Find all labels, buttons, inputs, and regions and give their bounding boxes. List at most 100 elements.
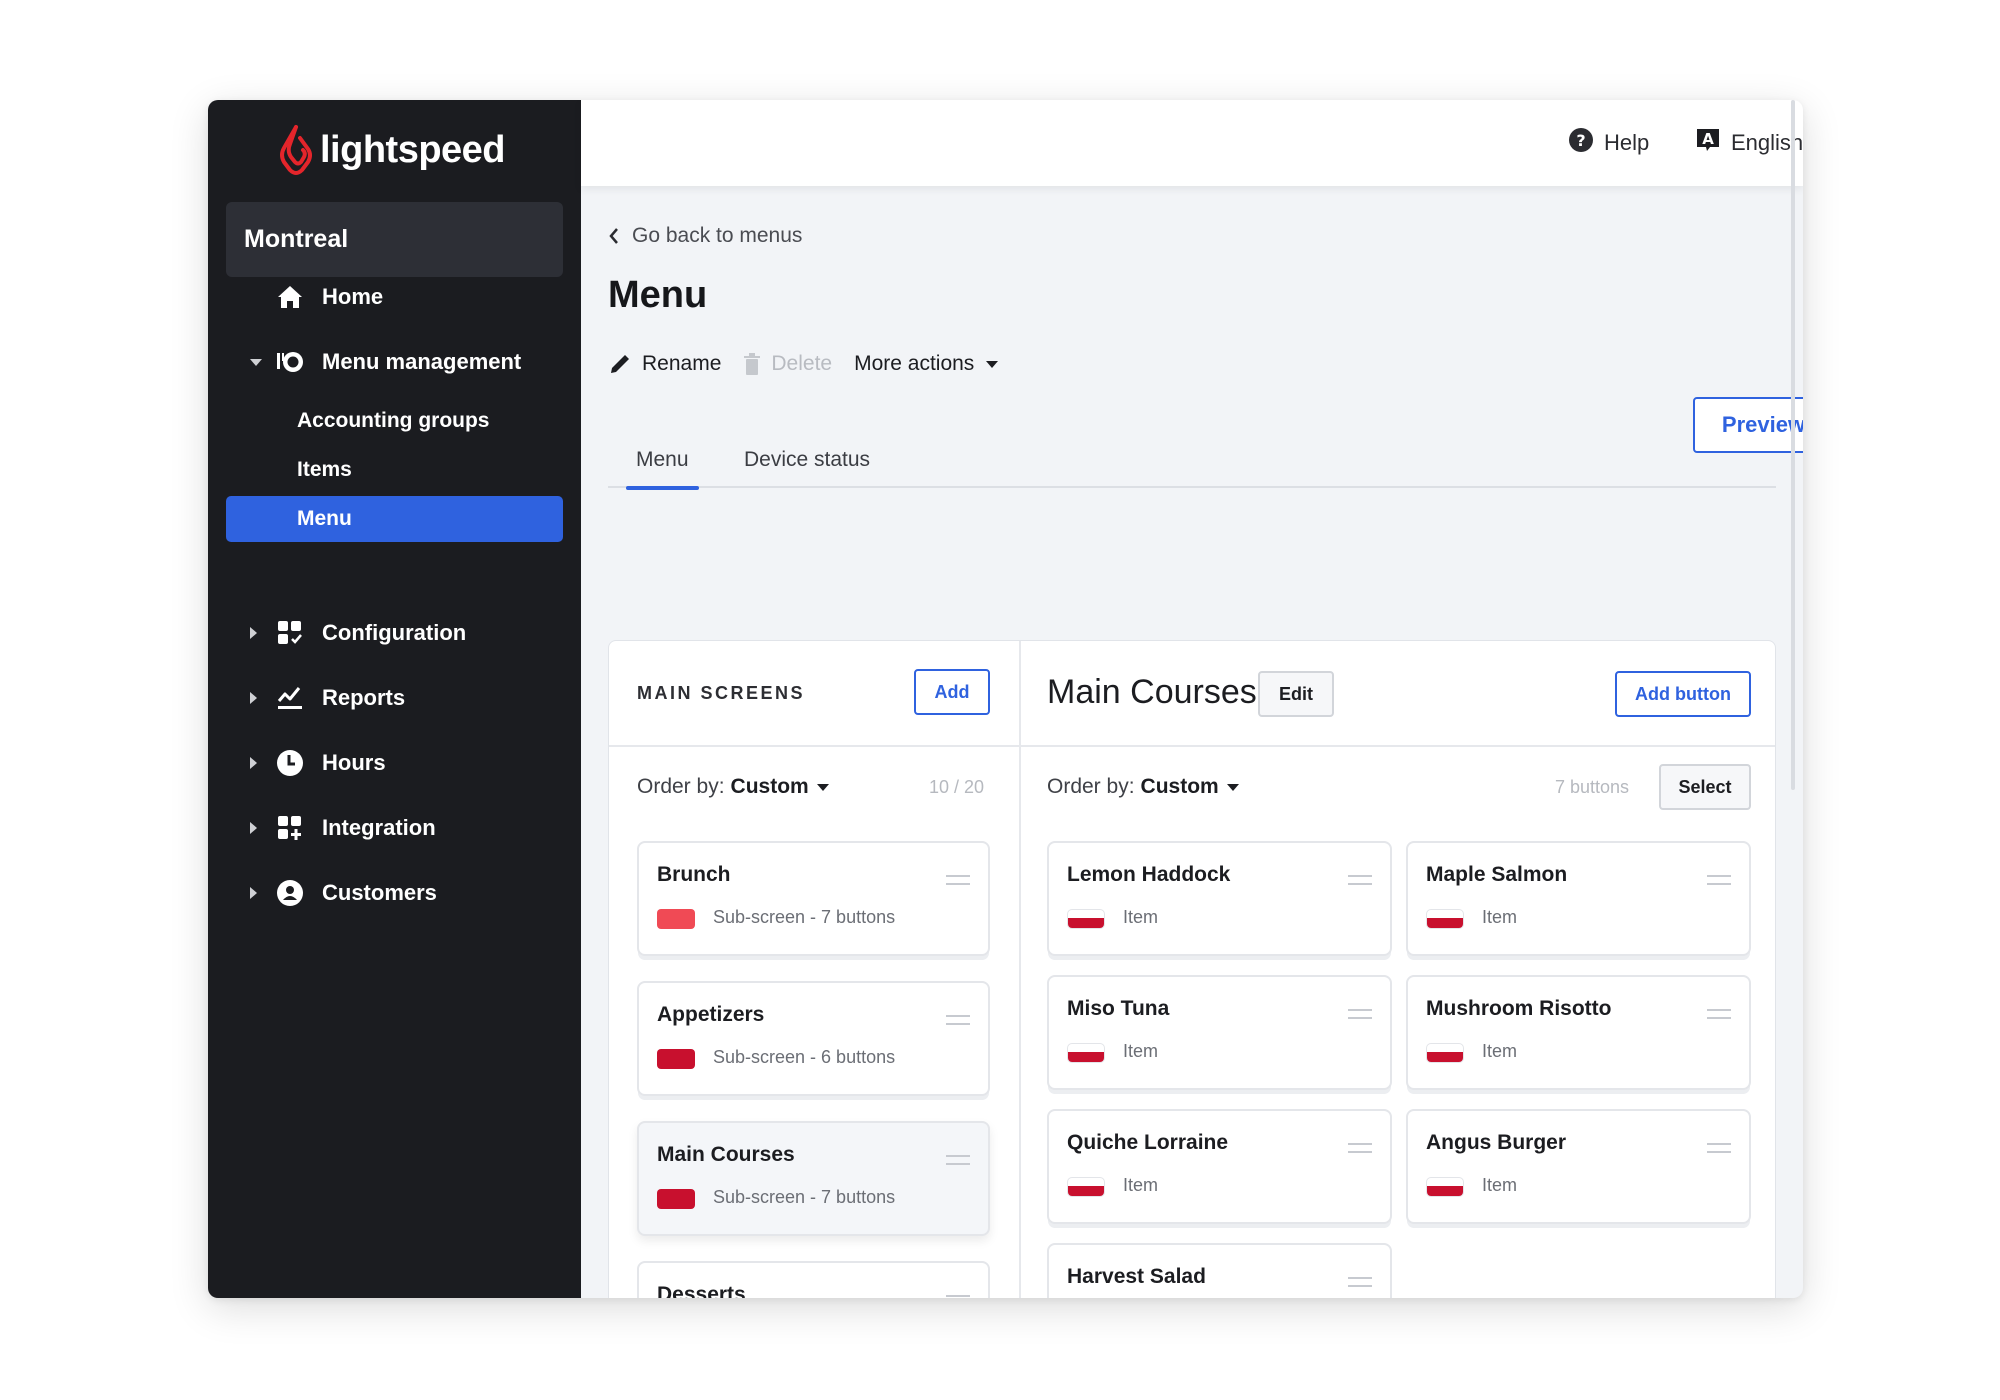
sidebar-item-accounting-groups[interactable]: Accounting groups <box>226 398 563 444</box>
help-button[interactable]: ? Help <box>1568 100 1649 186</box>
svg-text:?: ? <box>1576 131 1585 150</box>
screen-card-main-courses[interactable]: Main Courses Sub-screen - 7 buttons <box>637 1121 990 1236</box>
brand-logo[interactable]: lightspeed <box>278 120 506 180</box>
menu-editor-panel: MAIN SCREENS Add Order by: Custom 10 / 2… <box>608 640 1776 1298</box>
sidebar-item-home[interactable]: Home <box>208 272 581 322</box>
pencil-icon <box>611 355 629 373</box>
items-order-by-dropdown[interactable]: Order by: Custom <box>1047 775 1239 799</box>
item-card[interactable]: Mushroom Risotto Item <box>1406 975 1751 1090</box>
trash-icon <box>744 353 761 375</box>
item-type: Item <box>1123 1041 1159 1061</box>
item-card[interactable]: Maple Salmon Item <box>1406 841 1751 956</box>
sidebar-item-menu-management[interactable]: Menu management <box>208 337 581 387</box>
tabs: Menu Device status <box>608 438 1776 490</box>
sidebar-item-menu[interactable]: Menu <box>226 496 563 542</box>
drag-handle-icon[interactable] <box>1348 1009 1372 1019</box>
sidebar-item-items[interactable]: Items <box>226 447 563 493</box>
item-name: Maple Salmon <box>1426 863 1568 886</box>
app-window: lightspeed Montreal Home Menu management… <box>208 100 1803 1298</box>
drag-handle-icon[interactable] <box>946 1295 970 1298</box>
screens-count: 10 / 20 <box>929 777 985 797</box>
item-card[interactable]: Lemon Haddock Item <box>1047 841 1392 956</box>
reports-icon <box>276 684 304 712</box>
item-card[interactable]: Quiche Lorraine Item <box>1047 1109 1392 1224</box>
screen-card-appetizers[interactable]: Appetizers Sub-screen - 6 buttons <box>637 981 990 1096</box>
chevron-right-icon <box>250 822 257 834</box>
item-type: Item <box>1482 907 1518 927</box>
edit-screen-button[interactable]: Edit <box>1258 671 1334 717</box>
language-icon: A <box>1695 127 1721 159</box>
customers-icon <box>276 879 304 907</box>
column-divider <box>1019 641 1021 1298</box>
home-icon <box>276 283 304 311</box>
more-actions-dropdown[interactable]: More actions <box>854 352 999 376</box>
color-swatch <box>657 909 695 929</box>
color-swatch <box>657 1049 695 1069</box>
tab-menu[interactable]: Menu <box>626 438 698 490</box>
item-card[interactable]: Miso Tuna Item <box>1047 975 1392 1090</box>
help-icon: ? <box>1568 127 1594 159</box>
screen-card-desserts[interactable]: Desserts Sub-screen - 3 buttons <box>637 1261 990 1298</box>
item-card[interactable]: Harvest SaladItem <box>1047 1243 1392 1298</box>
top-bar: ? Help A English Manager <box>581 100 1803 186</box>
screens-order-by-dropdown[interactable]: Order by: Custom <box>637 775 829 799</box>
integration-icon <box>276 814 304 842</box>
chevron-down-icon <box>250 358 262 366</box>
item-name: Angus Burger <box>1426 1131 1567 1154</box>
select-button[interactable]: Select <box>1659 764 1751 810</box>
drag-handle-icon[interactable] <box>1348 1277 1372 1287</box>
screen-card-brunch[interactable]: Brunch Sub-screen - 7 buttons <box>637 841 990 956</box>
drag-handle-icon[interactable] <box>946 1015 970 1025</box>
sidebar-item-integration[interactable]: Integration <box>208 803 581 853</box>
item-name: Quiche Lorraine <box>1067 1131 1229 1154</box>
caret-down-icon <box>1226 783 1239 791</box>
back-link[interactable]: Go back to menus <box>608 224 802 248</box>
sidebar-item-customers[interactable]: Customers <box>208 868 581 918</box>
item-name: Lemon Haddock <box>1067 863 1231 886</box>
svg-text:A: A <box>1702 130 1714 148</box>
item-name: Mushroom Risotto <box>1426 997 1612 1020</box>
color-swatch <box>1067 1043 1105 1063</box>
language-selector[interactable]: A English <box>1695 100 1803 186</box>
panel-header-divider <box>609 745 1775 747</box>
color-swatch <box>657 1189 695 1209</box>
color-swatch <box>1426 1177 1464 1197</box>
main-screens-heading: MAIN SCREENS <box>637 683 806 703</box>
chevron-right-icon <box>250 627 257 639</box>
configuration-icon <box>276 619 304 647</box>
item-name: Miso Tuna <box>1067 997 1170 1020</box>
page-scrollbar[interactable] <box>1791 100 1795 790</box>
color-swatch <box>1067 909 1105 929</box>
drag-handle-icon[interactable] <box>946 1155 970 1165</box>
add-button-button[interactable]: Add button <box>1615 671 1751 717</box>
add-screen-button[interactable]: Add <box>914 669 990 715</box>
location-selector[interactable]: Montreal <box>226 202 563 277</box>
rename-button[interactable]: Rename <box>608 352 721 376</box>
sidebar: lightspeed Montreal Home Menu management… <box>208 100 581 1298</box>
drag-handle-icon[interactable] <box>1707 1143 1731 1153</box>
buttons-count: 7 buttons <box>1555 777 1630 797</box>
caret-down-icon <box>816 783 829 791</box>
item-type: Item <box>1123 907 1159 927</box>
item-type: Item <box>1482 1041 1518 1061</box>
drag-handle-icon[interactable] <box>1707 875 1731 885</box>
drag-handle-icon[interactable] <box>946 875 970 885</box>
chevron-right-icon <box>250 757 257 769</box>
chevron-left-icon <box>609 228 618 244</box>
drag-handle-icon[interactable] <box>1707 1009 1731 1019</box>
item-card[interactable]: Angus Burger Item <box>1406 1109 1751 1224</box>
color-swatch <box>1426 909 1464 929</box>
color-swatch <box>1067 1177 1105 1197</box>
sidebar-item-reports[interactable]: Reports <box>208 673 581 723</box>
tab-device-status[interactable]: Device status <box>744 438 870 488</box>
chevron-right-icon <box>250 887 257 899</box>
item-type: Item <box>1123 1175 1159 1195</box>
clock-icon <box>276 749 304 777</box>
sidebar-item-configuration[interactable]: Configuration <box>208 608 581 658</box>
delete-button[interactable]: Delete <box>743 352 832 376</box>
drag-handle-icon[interactable] <box>1348 1143 1372 1153</box>
sidebar-item-hours[interactable]: Hours <box>208 738 581 788</box>
drag-handle-icon[interactable] <box>1348 875 1372 885</box>
item-type: Item <box>1482 1175 1518 1195</box>
menu-actions: Rename Delete More actions <box>608 352 999 376</box>
